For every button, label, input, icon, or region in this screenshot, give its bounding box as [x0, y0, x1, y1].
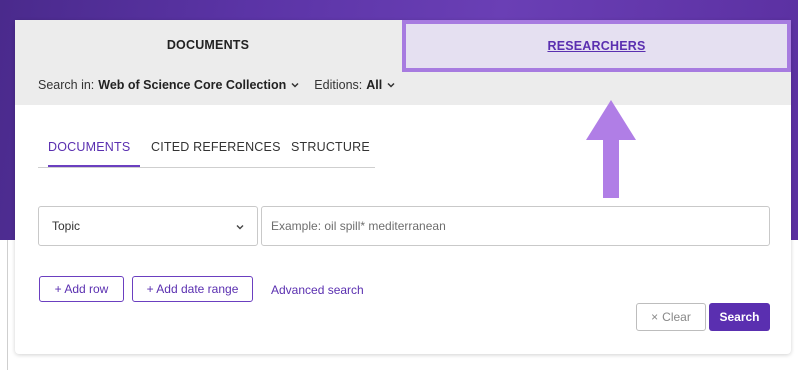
clear-button[interactable]: × Clear	[636, 303, 706, 331]
search-in-row: Search in: Web of Science Core Collectio…	[38, 78, 396, 92]
tab-researchers[interactable]: RESEARCHERS	[402, 20, 791, 72]
up-arrow-annotation	[586, 100, 636, 198]
tab-researchers-label[interactable]: RESEARCHERS	[547, 39, 645, 53]
tab-documents[interactable]: DOCUMENTS	[15, 20, 401, 70]
search-topbar: DOCUMENTS RESEARCHERS Search in: Web of …	[15, 20, 791, 105]
tab-documents-label: DOCUMENTS	[166, 38, 250, 52]
search-card: DOCUMENTS RESEARCHERS Search in: Web of …	[15, 20, 791, 354]
search-in-prefix: Search in:	[38, 78, 95, 92]
collection-dropdown[interactable]: Web of Science Core Collection	[98, 78, 286, 92]
chevron-down-icon	[236, 225, 244, 230]
field-select[interactable]: Topic	[38, 206, 258, 246]
close-icon: ×	[651, 310, 659, 324]
add-date-range-button[interactable]: + Add date range	[132, 276, 253, 302]
search-button[interactable]: Search	[709, 303, 770, 331]
search-subtabs: DOCUMENTS CITED REFERENCES STRUCTURE	[38, 140, 375, 168]
editions-prefix: Editions:	[314, 78, 363, 92]
advanced-search-link[interactable]: Advanced search	[271, 283, 364, 297]
clear-label: Clear	[662, 310, 691, 324]
subtab-cited-references[interactable]: CITED REFERENCES	[151, 140, 281, 154]
page-background	[0, 240, 8, 370]
chevron-down-icon[interactable]	[290, 80, 300, 90]
add-row-button[interactable]: + Add row	[39, 276, 124, 302]
subtab-documents[interactable]: DOCUMENTS	[48, 140, 141, 167]
field-select-value: Topic	[52, 219, 81, 233]
chevron-down-icon[interactable]	[386, 80, 396, 90]
editions-dropdown[interactable]: All	[366, 78, 382, 92]
search-query-input[interactable]	[261, 206, 770, 246]
subtab-structure[interactable]: STRUCTURE	[291, 140, 370, 154]
